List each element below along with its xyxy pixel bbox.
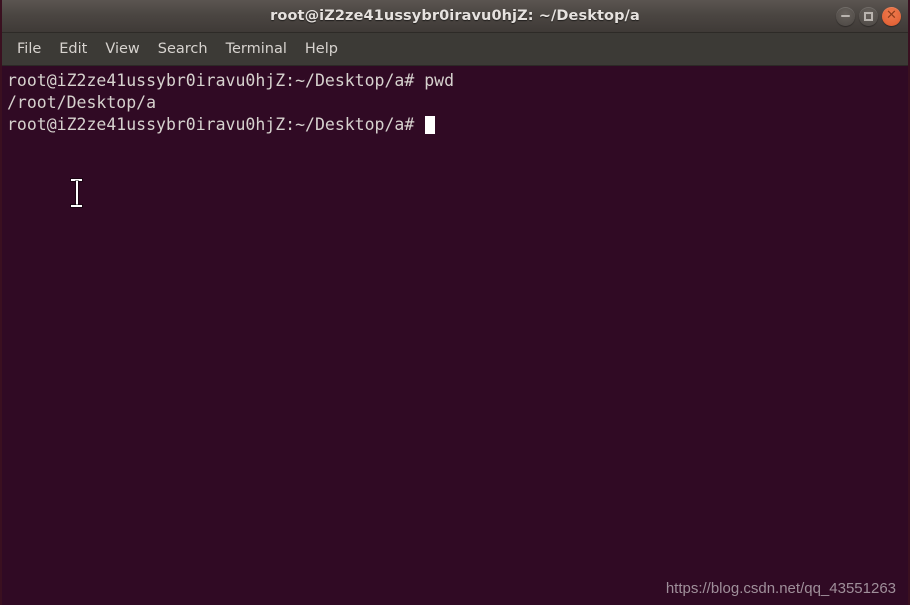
menu-item-help[interactable]: Help	[296, 38, 347, 60]
menu-item-terminal[interactable]: Terminal	[217, 38, 296, 60]
watermark: https://blog.csdn.net/qq_43551263	[665, 580, 896, 597]
minimize-icon	[841, 15, 850, 17]
mouse-pointer-ibeam	[71, 179, 82, 207]
terminal-line-command: root@iZ2ze41ussybr0iravu0hjZ:~/Desktop/a…	[7, 71, 455, 90]
terminal-screen[interactable]: root@iZ2ze41ussybr0iravu0hjZ:~/Desktop/a…	[2, 66, 908, 605]
menu-bar: File Edit View Search Terminal Help	[2, 33, 908, 66]
close-icon: ✕	[886, 8, 897, 23]
menu-item-view[interactable]: View	[96, 38, 148, 60]
menu-item-file[interactable]: File	[8, 38, 50, 60]
terminal-window: root@iZ2ze41ussybr0iravu0hjZ: ~/Desktop/…	[0, 0, 910, 605]
minimize-button[interactable]	[836, 6, 855, 26]
ibeam-cap-top	[71, 179, 82, 181]
ibeam-cap-bottom	[71, 205, 82, 207]
close-button[interactable]: ✕	[882, 6, 901, 26]
terminal-prompt-text: root@iZ2ze41ussybr0iravu0hjZ:~/Desktop/a…	[7, 115, 415, 134]
text-cursor	[425, 116, 436, 134]
terminal-line-prompt: root@iZ2ze41ussybr0iravu0hjZ:~/Desktop/a…	[4, 114, 908, 136]
maximize-button[interactable]	[859, 6, 878, 26]
menu-item-edit[interactable]: Edit	[50, 38, 96, 60]
maximize-icon	[864, 11, 873, 21]
window-controls: ✕	[836, 0, 901, 32]
menu-item-search[interactable]: Search	[149, 38, 217, 60]
terminal-line-output: /root/Desktop/a	[7, 93, 157, 112]
window-title: root@iZ2ze41ussybr0iravu0hjZ: ~/Desktop/…	[270, 8, 640, 24]
ibeam-stem	[76, 181, 78, 205]
title-bar[interactable]: root@iZ2ze41ussybr0iravu0hjZ: ~/Desktop/…	[2, 0, 908, 33]
